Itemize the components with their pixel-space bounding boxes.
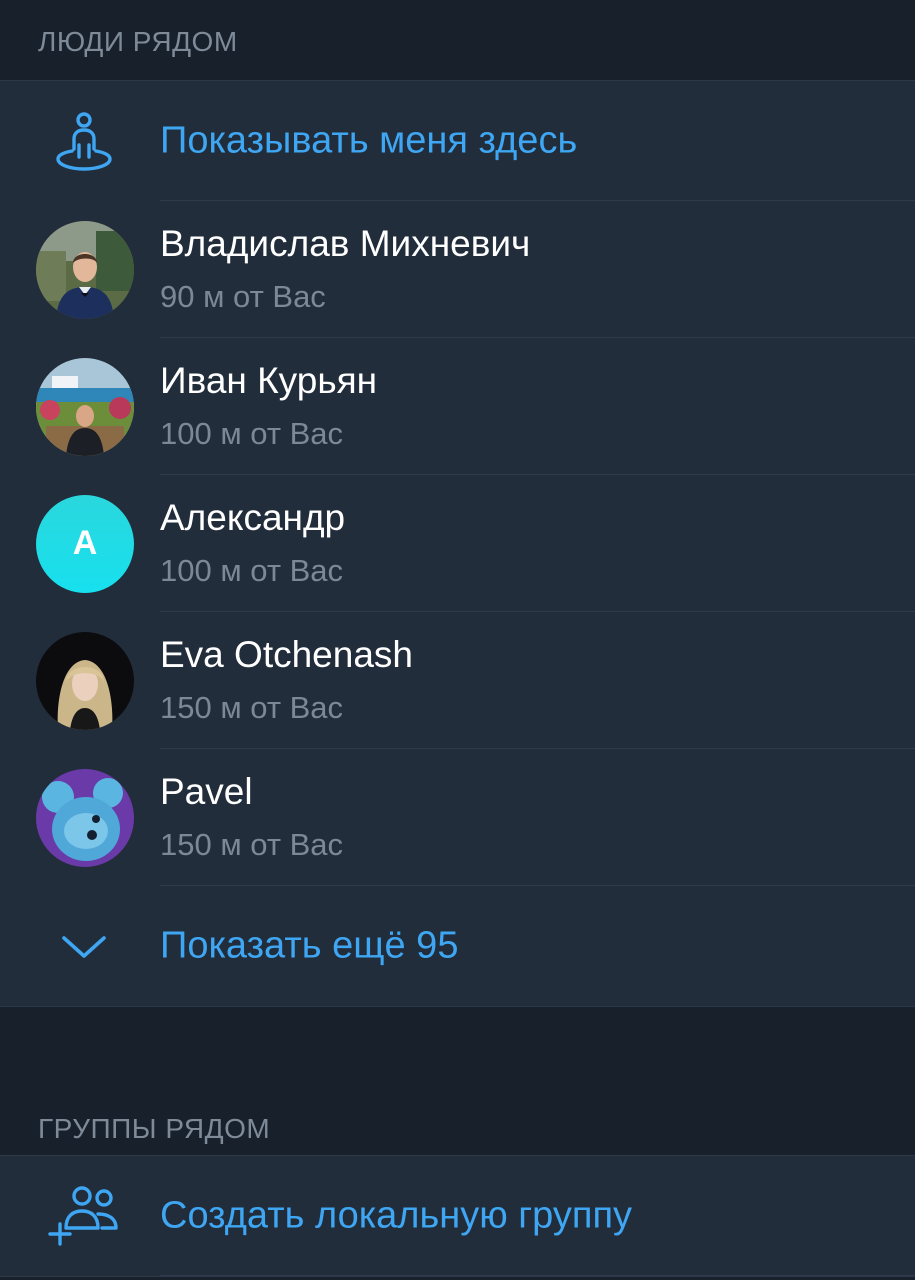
person-name: Eva Otchenash (160, 634, 413, 675)
show-me-here-button[interactable]: Показывать меня здесь (0, 81, 915, 201)
person-distance: 150 м от Вас (160, 827, 344, 862)
person-name: Pavel (160, 771, 253, 812)
show-more-button[interactable]: Показать ещё 95 (0, 886, 915, 1006)
people-nearby-list: Показывать меня здесь Владислав Михневич (0, 80, 915, 1007)
person-name: Иван Курьян (160, 360, 378, 401)
avatar-letter: А (72, 524, 98, 562)
people-nearby-header: ЛЮДИ РЯДОМ (0, 0, 915, 80)
chevron-down-icon (48, 910, 120, 982)
person-row[interactable]: Eva Otchenash 150 м от Вас (0, 612, 915, 749)
avatar (36, 220, 134, 319)
person-distance: 100 м от Вас (160, 416, 344, 451)
show-me-here-label: Показывать меня здесь (160, 119, 578, 162)
groups-nearby-header-label: ГРУППЫ РЯДОМ (38, 1113, 271, 1144)
people-nearby-screen: ЛЮДИ РЯДОМ Показывать меня здесь Владисл… (0, 0, 915, 1280)
avatar (36, 631, 134, 730)
person-distance: 150 м от Вас (160, 690, 344, 725)
person-location-icon (48, 105, 120, 177)
show-more-label: Показать ещё 95 (160, 924, 459, 967)
people-nearby-header-label: ЛЮДИ РЯДОМ (38, 26, 238, 57)
person-row[interactable]: А Александр 100 м от Вас (0, 475, 915, 612)
person-row[interactable]: Pavel 150 м от Вас (0, 749, 915, 886)
groups-nearby-header: ГРУППЫ РЯДОМ (0, 1089, 915, 1145)
create-local-group-label: Создать локальную группу (160, 1194, 633, 1237)
groups-nearby-list: Создать локальную группу (0, 1155, 915, 1277)
add-group-icon (48, 1180, 120, 1252)
avatar (36, 768, 134, 867)
person-distance: 100 м от Вас (160, 553, 344, 588)
create-local-group-button[interactable]: Создать локальную группу (0, 1156, 915, 1276)
row-divider (160, 1275, 915, 1276)
person-row[interactable]: Владислав Михневич 90 м от Вас (0, 201, 915, 338)
person-distance: 90 м от Вас (160, 279, 326, 314)
person-row[interactable]: Иван Курьян 100 м от Вас (0, 338, 915, 475)
avatar: А (36, 494, 134, 593)
person-name: Александр (160, 497, 346, 538)
avatar (36, 357, 134, 456)
person-name: Владислав Михневич (160, 223, 531, 264)
